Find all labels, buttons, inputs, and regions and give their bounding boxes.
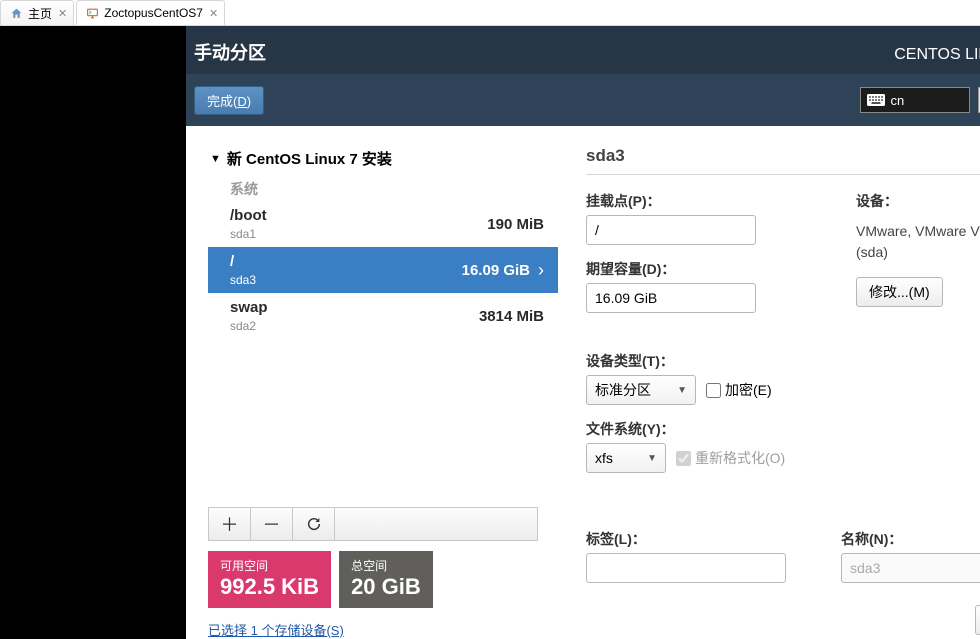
- available-space-box: 可用空间 992.5 KiB: [208, 551, 331, 608]
- home-icon: [9, 6, 23, 20]
- tab-strip: 主页 ✕ ZoctopusCentOS7 ✕: [0, 0, 980, 26]
- monitor-icon: [85, 6, 99, 20]
- product-label: CENTOS LINUX 7 安装: [894, 36, 980, 64]
- capacity-label: 期望容量(D)：: [586, 259, 816, 279]
- storage-devices-link[interactable]: 已选择 1 个存储设备(S): [208, 623, 344, 638]
- tag-label: 标签(L)：: [586, 529, 801, 549]
- installer-header: 手动分区 CENTOS LINUX 7 安装 完成(D) cn 帮助！ (F1): [186, 26, 980, 126]
- fs-select[interactable]: xfs ▼: [586, 443, 666, 473]
- capacity-input[interactable]: [586, 283, 756, 313]
- tree-title: 新 CentOS Linux 7 安装: [227, 148, 392, 169]
- keyboard-layout-value: cn: [891, 93, 905, 108]
- tree-header[interactable]: ▼ 新 CentOS Linux 7 安装: [208, 146, 558, 179]
- chevron-down-icon: ▼: [647, 453, 657, 464]
- tab-home[interactable]: 主页 ✕: [0, 0, 74, 25]
- partition-list: /boot sda1 190 MiB / sda3 16.09 GiB ›: [208, 201, 558, 339]
- chevron-down-icon: ▼: [210, 153, 221, 165]
- tab-vm-close-icon[interactable]: ✕: [209, 7, 218, 20]
- modify-device-button[interactable]: 修改...(M): [856, 277, 943, 307]
- tab-home-label: 主页: [28, 5, 52, 22]
- tag-input[interactable]: [586, 553, 786, 583]
- tab-vm[interactable]: ZoctopusCentOS7 ✕: [76, 0, 225, 25]
- reset-all-button[interactable]: 全部重设(R): [975, 605, 980, 635]
- reload-button[interactable]: [293, 508, 335, 540]
- reformat-checkbox: 重新格式化(O): [676, 448, 785, 468]
- partition-toolbar: ＋ －: [208, 507, 538, 541]
- devtype-select[interactable]: 标准分区 ▼: [586, 375, 696, 405]
- tab-home-close-icon[interactable]: ✕: [58, 7, 67, 20]
- name-label: 名称(N)：: [841, 529, 980, 549]
- partition-row-boot[interactable]: /boot sda1 190 MiB: [208, 201, 558, 247]
- total-space-box: 总空间 20 GiB: [339, 551, 433, 608]
- device-text: VMware, VMware Virtual S (sda): [856, 221, 980, 263]
- remove-partition-button[interactable]: －: [251, 508, 293, 540]
- chevron-down-icon: ▼: [677, 385, 687, 396]
- partition-row-swap[interactable]: swap sda2 3814 MiB: [208, 293, 558, 339]
- keyboard-layout-selector[interactable]: cn: [860, 87, 970, 113]
- name-input: [841, 553, 980, 583]
- devtype-label: 设备类型(T)：: [586, 351, 980, 371]
- mount-input[interactable]: [586, 215, 756, 245]
- vm-dark-border: [0, 26, 186, 639]
- system-group-label: 系统: [208, 179, 558, 201]
- page-title: 手动分区: [194, 35, 266, 65]
- done-button[interactable]: 完成(D): [194, 86, 264, 115]
- tab-vm-label: ZoctopusCentOS7: [104, 6, 203, 20]
- chevron-right-icon: ›: [538, 260, 544, 281]
- device-heading: 设备：: [856, 191, 980, 211]
- encrypt-checkbox[interactable]: 加密(E): [706, 380, 772, 400]
- mount-label: 挂载点(P)：: [586, 191, 816, 211]
- editor-title: sda3: [586, 146, 980, 166]
- fs-label: 文件系统(Y)：: [586, 419, 980, 439]
- divider: [586, 174, 980, 175]
- add-partition-button[interactable]: ＋: [209, 508, 251, 540]
- partition-row-root[interactable]: / sda3 16.09 GiB ›: [208, 247, 558, 293]
- keyboard-icon: [867, 94, 885, 106]
